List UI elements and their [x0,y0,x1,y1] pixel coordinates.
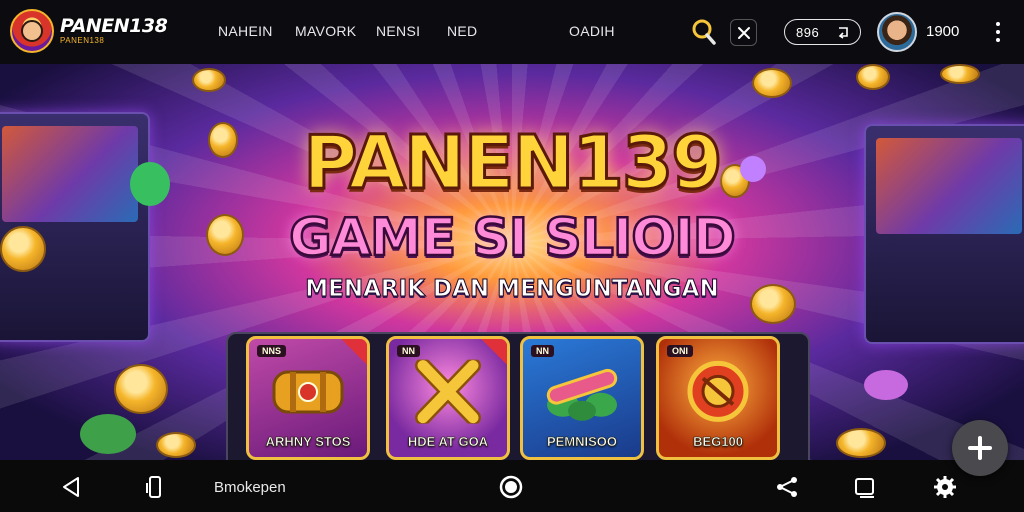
back-button[interactable] [58,474,84,500]
share-icon [777,477,797,497]
coin-decoration [752,68,792,98]
rotate-button[interactable] [142,474,168,500]
card-name: HDE AT GOA [407,434,489,450]
balance-value: 896 [796,24,820,40]
banner-headline: PANEN139 [302,119,725,208]
coin-decoration [856,64,890,90]
more-icon [996,22,1000,26]
logo-title: PANEN138 [60,15,168,37]
balance-pill[interactable]: 896 [784,19,861,45]
refresh-icon [838,27,848,39]
close-icon [737,26,750,39]
logo-mascot-icon [21,20,43,42]
more-options-button[interactable] [990,18,1006,46]
points-value: 1900 [926,23,960,40]
card-tag: ONI [667,345,694,357]
nav-item-1[interactable]: NAHEIN [218,23,273,39]
hero-banner[interactable]: PANEN139 GAME SI SLIOID MENARIK DAN MENG… [0,64,1024,460]
home-button[interactable] [498,474,524,500]
settings-button[interactable] [932,474,958,500]
search-button[interactable] [690,17,718,47]
candy-bar-icon [546,368,618,421]
logo-subtitle: PANEN138 [60,36,105,45]
coin-decoration [192,68,226,92]
window-icon [855,478,874,498]
search-icon [692,19,716,45]
system-nav-bar: Bmokepen [0,460,1024,512]
game-card-4[interactable]: ONI BEG100 [656,336,780,460]
site-logo[interactable]: PANEN138 PANEN138 [10,9,168,53]
coin-decoration [940,64,980,84]
floating-action-button[interactable] [952,420,1008,476]
logo-badge [10,9,54,53]
settings-icon [934,476,956,498]
nav-item-4[interactable]: NED [447,23,477,39]
avatar[interactable] [877,12,917,52]
card-name: ARHNY STOS [265,434,351,450]
window-button[interactable] [852,474,878,500]
card-name: BEG100 [693,434,743,450]
top-bar: PANEN138 PANEN138 NAHEIN MAVORK NENSI NE… [0,0,1024,64]
coin-decoration [114,364,168,414]
coin-decoration [156,432,196,458]
banner-subheadline: GAME SI SLIOID [288,207,737,270]
roulette-wheel-icon [687,360,749,422]
game-card-1[interactable]: NNS ARHNY STOS [246,336,370,460]
nav-item-5[interactable]: OADIH [569,23,615,39]
card-tag: NN [531,345,554,357]
gem-decoration [80,414,136,454]
nav-item-3[interactable]: NENSI [376,23,420,39]
share-button[interactable] [774,474,800,500]
plus-icon [968,436,992,460]
bottom-nav-label: Bmokepen [214,479,286,496]
hot-ribbon [481,339,507,365]
nav-item-2[interactable]: MAVORK [295,23,356,39]
back-icon [63,477,79,497]
gem-decoration [864,370,908,400]
home-icon [499,475,523,499]
rotate-icon [146,476,161,498]
banner-tagline: MENARIK DAN MENGUNTANGAN [305,276,719,303]
tools-button[interactable] [730,19,757,46]
game-card-2[interactable]: NN HDE AT GOA [386,336,510,460]
cross-swords-icon [415,359,481,424]
card-tag: NNS [257,345,287,357]
treasure-drum-icon [272,370,344,414]
game-card-3[interactable]: NN PEMNISOO [520,336,644,460]
card-name: PEMNISOO [546,434,618,450]
coin-decoration [836,428,886,458]
card-tag: NN [397,345,420,357]
